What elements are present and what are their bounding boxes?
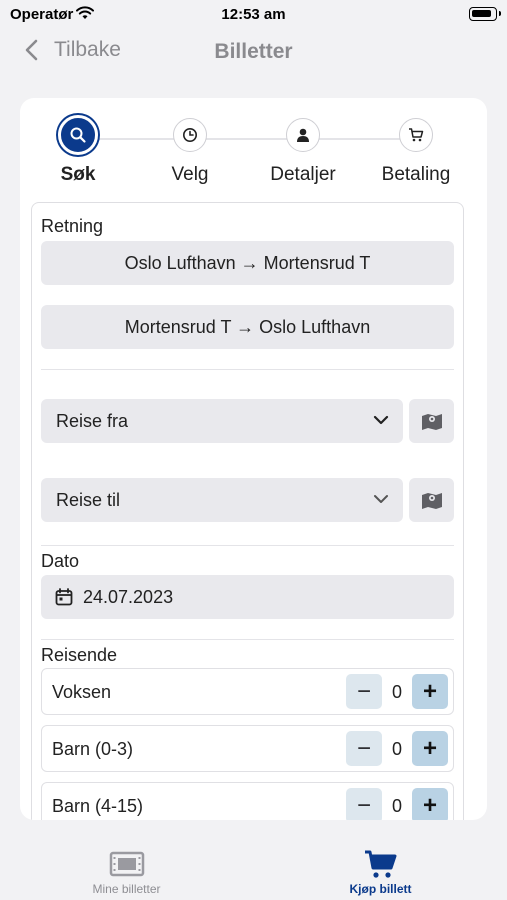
traveler-count: 0: [391, 682, 402, 702]
from-select-label: Reise fra: [56, 410, 129, 431]
decrement-button[interactable]: −: [346, 788, 382, 820]
direction-option-mortensrud-to-airport[interactable]: Mortensrud T → Oslo Lufthavn: [41, 305, 454, 349]
cart-icon: [399, 118, 433, 152]
divider: [41, 369, 454, 370]
step-label-payment: Betaling: [381, 164, 451, 185]
date-value: 24.07.2023: [83, 586, 174, 607]
traveler-label: Barn (0-3): [52, 739, 134, 759]
divider: [41, 639, 454, 640]
travelers-label: Reisende: [41, 645, 118, 665]
person-icon: [286, 118, 320, 152]
decrement-button[interactable]: −: [346, 731, 382, 766]
date-label: Dato: [41, 551, 80, 571]
status-bar: Operatør 12:53 am: [0, 0, 507, 30]
ticket-card: Søk Velg Detaljer Betaling Retning Oslo …: [20, 98, 487, 820]
divider: [41, 545, 454, 546]
step-label-search: Søk: [60, 164, 96, 185]
step-payment[interactable]: Betaling: [366, 118, 466, 186]
to-select[interactable]: Reise til: [41, 478, 403, 522]
tab-bar: Mine billetter Kjøp billett: [0, 820, 507, 900]
map-icon: [421, 414, 442, 430]
tab-my-tickets[interactable]: Mine billetter: [0, 820, 253, 900]
from-select[interactable]: Reise fra: [41, 399, 403, 443]
map-icon: [421, 493, 442, 509]
direction-label: Retning: [41, 216, 104, 236]
from-map-button[interactable]: [409, 399, 454, 443]
increment-button[interactable]: +: [412, 674, 448, 709]
ticket-icon: [0, 848, 253, 880]
search-form: Retning Oslo Lufthavn → Mortensrud T Mor…: [31, 202, 464, 820]
to-map-button[interactable]: [409, 478, 454, 522]
traveler-count: 0: [391, 739, 402, 759]
step-label-choose: Velg: [171, 164, 209, 185]
traveler-row-child-4-15: Barn (4-15) − 0 +: [41, 782, 454, 820]
to-select-label: Reise til: [56, 489, 121, 510]
clock-icon: [173, 118, 207, 152]
tab-label: Mine billetter: [92, 882, 161, 896]
battery-icon: [469, 7, 501, 21]
search-icon: [58, 115, 98, 155]
increment-button[interactable]: +: [412, 731, 448, 766]
step-label-details: Detaljer: [270, 164, 336, 185]
status-time: 12:53 am: [221, 6, 286, 23]
date-field[interactable]: 24.07.2023: [41, 575, 454, 619]
traveler-label: Voksen: [52, 682, 112, 702]
chevron-down-icon: [373, 415, 389, 425]
direction-option-airport-to-mortensrud[interactable]: Oslo Lufthavn → Mortensrud T: [41, 241, 454, 285]
increment-button[interactable]: +: [412, 788, 448, 820]
tab-label: Kjøp billett: [349, 882, 412, 896]
step-choose[interactable]: Velg: [140, 118, 240, 186]
calendar-icon: [55, 588, 73, 606]
chevron-down-icon: [374, 495, 388, 503]
step-details[interactable]: Detaljer: [253, 118, 353, 186]
page-title: Billetter: [214, 40, 293, 63]
progress-steps: Søk Velg Detaljer Betaling: [20, 98, 487, 202]
traveler-row-adult: Voksen − 0 +: [41, 668, 454, 715]
traveler-count: 0: [391, 796, 402, 816]
traveler-row-child-0-3: Barn (0-3) − 0 +: [41, 725, 454, 772]
decrement-button[interactable]: −: [346, 674, 382, 709]
tab-buy-ticket[interactable]: Kjøp billett: [254, 820, 507, 900]
step-search[interactable]: Søk: [28, 115, 128, 186]
cart-icon: [254, 848, 507, 880]
traveler-label: Barn (4-15): [52, 796, 144, 816]
